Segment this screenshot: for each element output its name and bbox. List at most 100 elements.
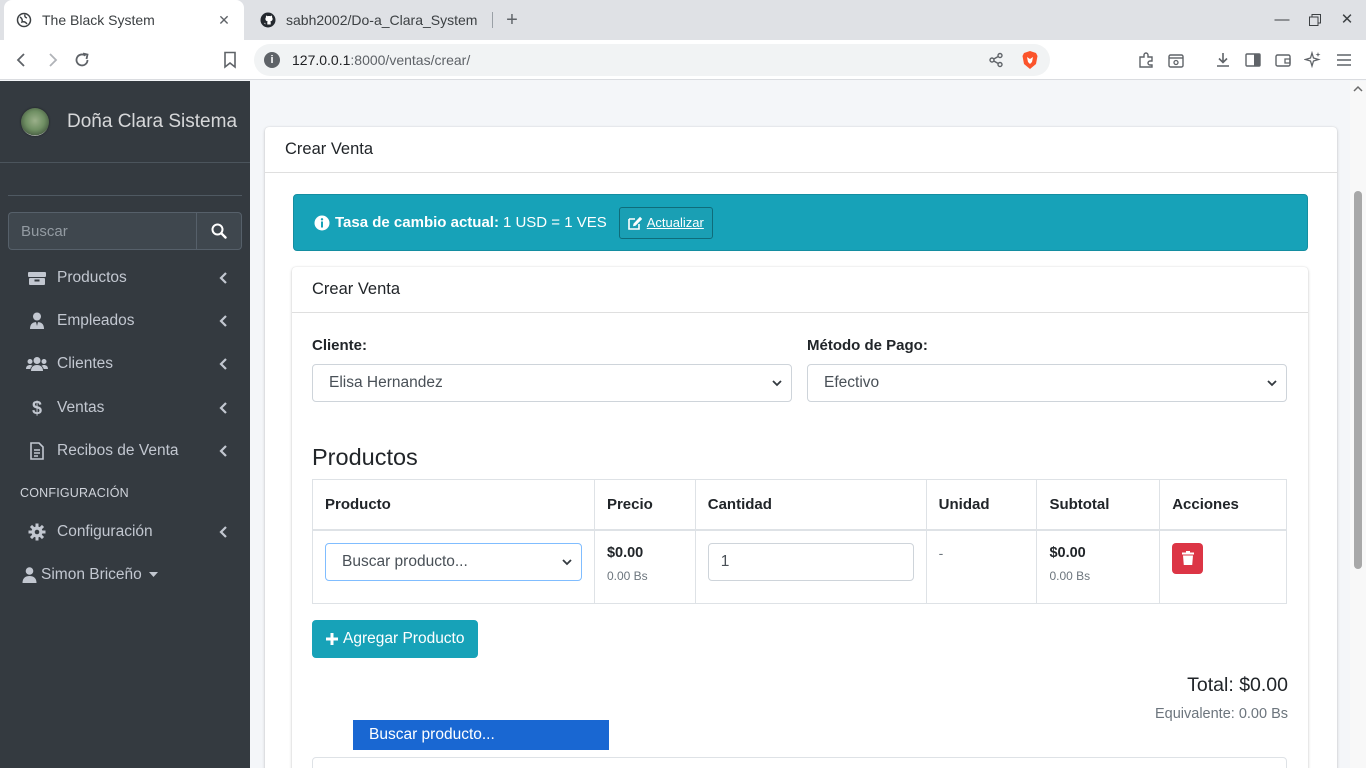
sidebar-toggle-icon[interactable] [1243,50,1263,70]
tab-title: The Black System [42,12,155,28]
brave-shield-icon[interactable] [1020,50,1040,70]
wallet-icon[interactable] [1273,50,1293,70]
back-icon[interactable] [10,48,34,72]
github-icon [260,12,276,28]
maximize-icon[interactable] [1303,8,1327,32]
share-icon[interactable] [986,50,1006,70]
add-product-button[interactable]: Agregar Producto [312,620,478,658]
sidebar-item-label: Ventas [57,399,105,416]
globe-icon [16,12,32,28]
page-scrollbar[interactable] [1350,81,1366,768]
plus-icon [325,632,339,646]
user-tie-icon [26,312,48,330]
chevron-left-icon [218,357,228,371]
minimize-icon[interactable]: — [1270,8,1294,32]
crear-venta-card: Crear Venta Tasa de cambio actual: 1 USD… [265,127,1337,768]
sidebar-item-recibos[interactable]: Recibos de Venta [8,431,242,471]
reload-icon[interactable] [70,48,94,72]
dollar-icon: $ [31,397,42,418]
new-tab-button[interactable]: + [500,8,524,32]
sidebar-item-label: Productos [57,269,127,286]
boxes-icon [26,269,48,287]
browser-tabbar: The Black System ✕ sabh2002/Do-a_Clara_S… [0,0,1366,40]
caret-down-icon [148,572,158,578]
table-header-row: Producto Precio Cantidad Unidad Subtotal… [312,479,1287,531]
total-equivalent: Equivalente: 0.00 Bs [1154,706,1288,722]
col-acciones: Acciones [1159,479,1287,531]
browser-toolbar: i 127.0.0.1:8000/ventas/crear/ [0,40,1366,80]
bottom-section [312,757,1287,768]
product-dropdown-option[interactable]: Buscar producto... [353,720,609,750]
cell-acciones [1159,529,1287,604]
sidebar-item-clientes[interactable]: Clientes [8,344,242,384]
reader-icon[interactable] [1166,50,1186,70]
update-rate-button[interactable]: Actualizar [618,206,713,239]
chevron-down-icon [562,558,572,565]
cell-unidad: - [925,529,1038,604]
chevron-down-icon [1267,380,1277,387]
user-dropdown[interactable]: Simon Briceño [22,566,158,584]
tab-github[interactable]: sabh2002/Do-a_Clara_System [248,0,496,40]
sidebar-search [8,212,242,250]
productos-table: Producto Precio Cantidad Unidad Subtotal… [312,479,1287,604]
extensions-icon[interactable] [1136,50,1156,70]
sidebar-item-label: Configuración [57,523,153,540]
sidebar-item-ventas[interactable]: $ Ventas [8,388,242,428]
cog-icon [26,523,48,541]
scrollbar-thumb[interactable] [1354,191,1362,569]
brand-text: Doña Clara Sistema [67,110,238,132]
close-window-icon[interactable]: ✕ [1335,8,1359,32]
brand-link[interactable]: Doña Clara Sistema [0,81,250,163]
chevron-left-icon [218,314,228,328]
brand-logo [21,107,49,136]
sidebar: Doña Clara Sistema Productos Empleados C… [0,81,250,768]
metodo-pago-value: Efectivo [824,374,880,391]
col-subtotal: Subtotal [1036,479,1161,531]
add-product-label: Agregar Producto [343,630,465,647]
cell-cantidad: 1 [694,529,927,604]
cliente-value: Elisa Hernandez [329,374,443,391]
user-icon [22,567,37,583]
chevron-left-icon [218,525,228,539]
download-icon[interactable] [1213,50,1233,70]
menu-icon[interactable] [1334,50,1354,70]
alert-label: Tasa de cambio actual: [335,214,499,231]
alert-rate: 1 USD = 1 VES [502,214,607,231]
sidebar-item-empleados[interactable]: Empleados [8,301,242,341]
forward-icon[interactable] [40,48,64,72]
cliente-select[interactable]: Elisa Hernandez [312,364,792,402]
chevron-left-icon [218,444,228,458]
bookmark-icon[interactable] [218,48,242,72]
metodo-pago-select[interactable]: Efectivo [807,364,1287,402]
sidebar-section-header: CONFIGURACIÓN [20,486,129,500]
quantity-input[interactable]: 1 [707,542,914,581]
chevron-left-icon [218,401,228,415]
exchange-rate-alert: Tasa de cambio actual: 1 USD = 1 VES Act… [293,194,1308,251]
search-button[interactable] [196,212,242,250]
form-title: Crear Venta [292,267,1308,313]
scroll-up-icon[interactable] [1353,84,1363,94]
venta-form-card: Crear Venta Cliente: Elisa Hernandez Mét… [292,267,1308,768]
close-tab-icon[interactable]: ✕ [216,12,232,29]
product-select[interactable]: Buscar producto... [325,542,582,581]
sidebar-item-label: Recibos de Venta [57,442,179,459]
sidebar-item-configuracion[interactable]: Configuración [8,512,242,552]
delete-row-button[interactable] [1172,542,1204,574]
col-precio: Precio [593,479,696,531]
site-info-icon[interactable]: i [264,52,280,68]
file-invoice-icon [26,442,48,460]
leo-ai-icon[interactable] [1303,50,1323,70]
chevron-down-icon [772,380,782,387]
sidebar-search-input[interactable] [8,212,196,250]
total-amount: Total: $0.00 [1187,674,1288,696]
edit-icon [627,216,643,230]
sidebar-item-label: Empleados [57,312,135,329]
address-bar[interactable]: i 127.0.0.1:8000/ventas/crear/ [254,44,1050,76]
unit-value: - [938,544,944,561]
cell-precio: $0.00 0.00 Bs [593,529,696,604]
subtotal-usd: $0.00 [1049,544,1086,561]
sidebar-item-productos[interactable]: Productos [8,258,242,298]
tab-the-black-system[interactable]: The Black System ✕ [4,0,244,40]
search-icon [211,223,227,239]
tab-title: sabh2002/Do-a_Clara_System [286,12,478,28]
